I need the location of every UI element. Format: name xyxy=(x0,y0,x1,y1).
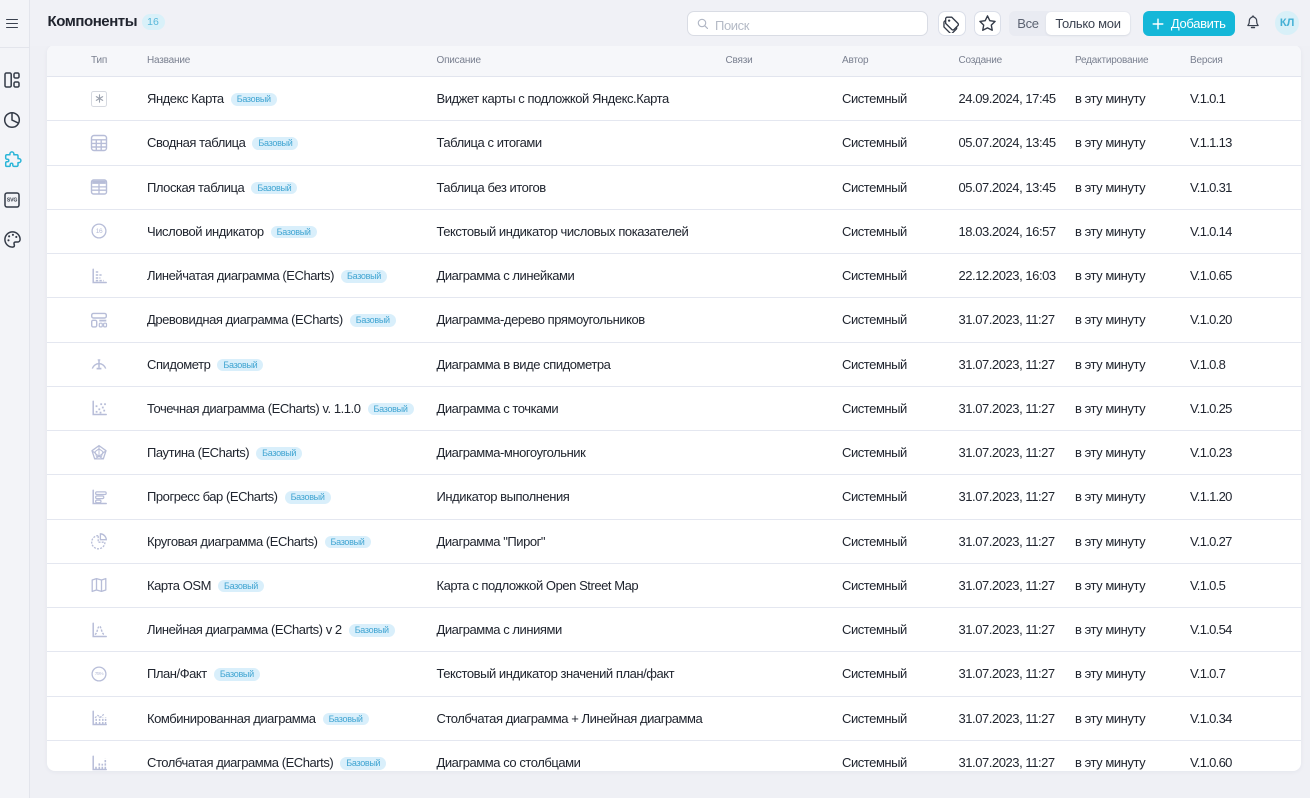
svg-text:16: 16 xyxy=(96,228,103,235)
svg-text:SVG: SVG xyxy=(6,197,17,203)
svg-text:75%: 75% xyxy=(95,671,105,677)
